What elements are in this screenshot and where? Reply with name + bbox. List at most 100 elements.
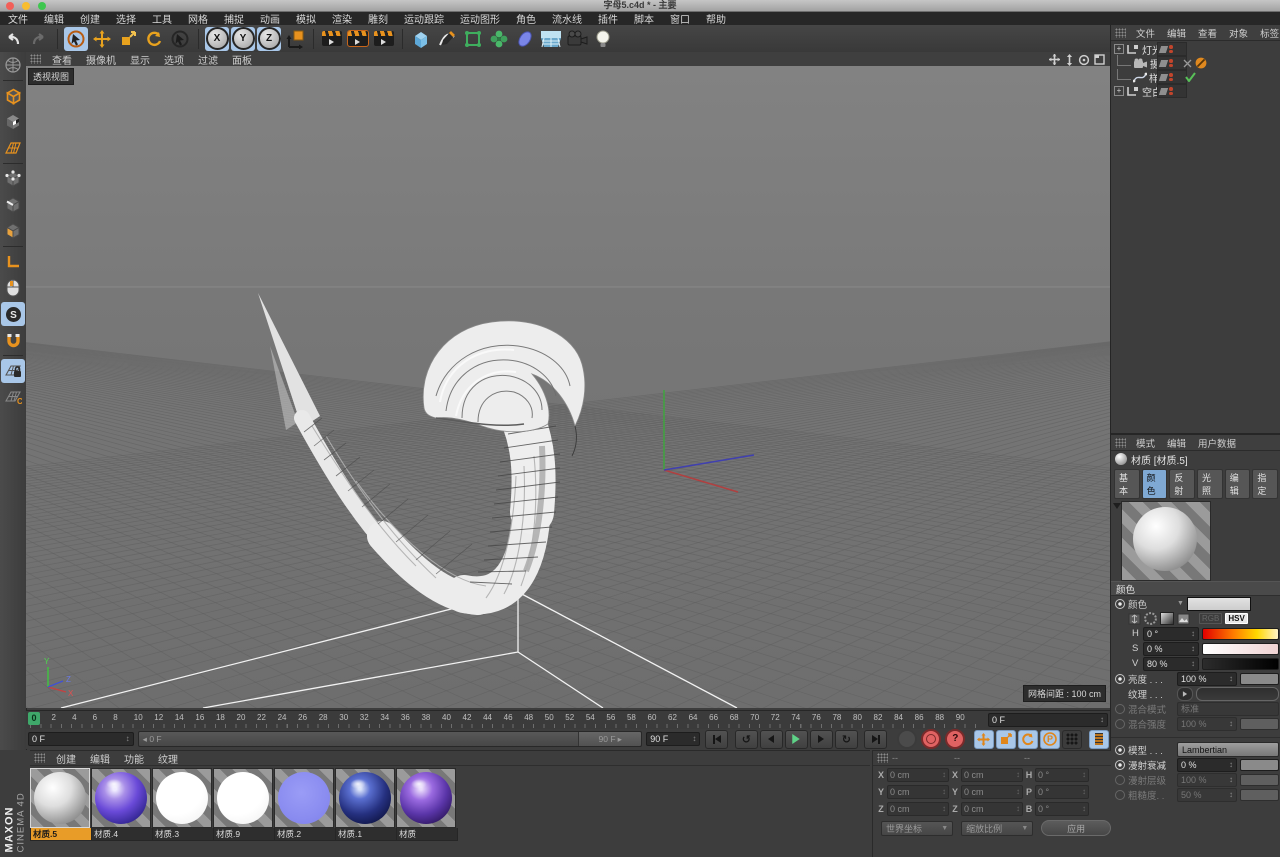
hsv-mode-button[interactable]: HSV [1225, 613, 1248, 624]
redo-button[interactable] [27, 27, 51, 51]
end-frame-field[interactable]: 90 F ↕ [646, 732, 701, 746]
vpmenu-查看[interactable]: 查看 [45, 52, 79, 67]
material-thumbnail[interactable] [91, 768, 151, 828]
appmenu-运动图形[interactable]: 运动图形 [452, 11, 508, 26]
model-dropdown[interactable]: Lambertian [1177, 742, 1279, 757]
coordinate-space-dropdown[interactable]: 世界坐标 ▼ [881, 820, 954, 836]
model-mode-button[interactable] [1, 84, 25, 108]
key-position-toggle[interactable] [973, 729, 994, 749]
viewport-solo-icon[interactable] [1, 276, 25, 300]
pos-x-field[interactable]: 0 cm ↕ [887, 767, 949, 782]
diffuse-falloff-slider[interactable] [1240, 758, 1279, 771]
vpmenu-显示[interactable]: 显示 [123, 52, 157, 67]
object-visibility-cell[interactable] [1157, 70, 1187, 84]
animation-dot-icon[interactable] [1115, 744, 1125, 755]
ommenu-查看[interactable]: 查看 [1192, 26, 1223, 40]
appmenu-编辑[interactable]: 编辑 [36, 11, 72, 26]
object-row-spline[interactable]: 样条 [1111, 68, 1280, 85]
tab-指定[interactable]: 指定 [1252, 469, 1279, 499]
timeline-window-button[interactable] [1089, 729, 1110, 749]
diffuse-falloff-field[interactable]: 0 % ↕ [1177, 757, 1237, 772]
visibility-dots-icon[interactable] [1169, 86, 1173, 96]
lock-x-axis-button[interactable]: X [205, 26, 229, 51]
protection-tag-icon[interactable] [1195, 57, 1207, 69]
appmenu-创建[interactable]: 创建 [72, 11, 108, 26]
object-manager-handle-icon[interactable] [1115, 27, 1126, 38]
ommenu-对象[interactable]: 对象 [1223, 26, 1254, 40]
appmenu-插件[interactable]: 插件 [590, 11, 626, 26]
visibility-dots-icon[interactable] [1169, 44, 1173, 54]
roughness-slider[interactable] [1240, 788, 1279, 801]
texture-mode-button[interactable] [1, 110, 25, 134]
ammenu-模式[interactable]: 模式 [1130, 436, 1161, 450]
last-tool-button[interactable] [168, 27, 192, 51]
rot-p-field[interactable]: 0 ° ↕ [1035, 784, 1089, 799]
pencil-icon[interactable] [1158, 73, 1169, 81]
mmmenu-创建[interactable]: 创建 [49, 751, 83, 766]
live-selection-tool[interactable] [64, 26, 88, 51]
key-parameter-toggle[interactable]: P [1039, 729, 1060, 749]
lock-z-axis-button[interactable]: Z [257, 26, 281, 51]
vpmenu-摄像机[interactable]: 摄像机 [79, 52, 123, 67]
rot-h-field[interactable]: 0 ° ↕ [1035, 767, 1089, 782]
play-backwards-button[interactable]: ↺ [734, 729, 758, 749]
gradient-icon[interactable] [1160, 612, 1174, 625]
saturation-slider[interactable] [1202, 642, 1279, 655]
undo-button[interactable] [1, 27, 25, 51]
tab-颜色[interactable]: 颜色 [1141, 469, 1168, 499]
scale-z-field[interactable]: 0 cm ↕ [961, 801, 1023, 816]
s-value-field[interactable]: 0 % ↕ [1143, 641, 1199, 656]
object-row-null[interactable]: + 空白 [1111, 84, 1280, 99]
visibility-dots-icon[interactable] [1169, 58, 1173, 68]
tab-光照[interactable]: 光照 [1197, 469, 1223, 499]
scale-y-field[interactable]: 0 cm ↕ [961, 784, 1023, 799]
tab-反射[interactable]: 反射 [1169, 469, 1196, 499]
object-row-light[interactable]: + 灯光 [1111, 42, 1280, 57]
mix-mode-dropdown[interactable]: 标准 [1177, 701, 1279, 716]
mmmenu-纹理[interactable]: 纹理 [151, 751, 185, 766]
appmenu-雕刻[interactable]: 雕刻 [360, 11, 396, 26]
tab-编辑[interactable]: 编辑 [1224, 469, 1251, 499]
lock-y-axis-button[interactable]: Y [231, 26, 255, 51]
next-frame-button[interactable] [809, 729, 833, 749]
render-settings-button[interactable] [346, 27, 370, 51]
add-floor-button[interactable] [539, 27, 563, 51]
expand-icon[interactable]: + [1114, 86, 1124, 96]
previous-frame-button[interactable] [759, 729, 783, 749]
play-forwards-button[interactable] [784, 729, 808, 749]
pencil-icon[interactable] [1158, 45, 1169, 53]
viewport-menu-handle-icon[interactable] [30, 54, 41, 64]
v-value-field[interactable]: 80 % ↕ [1143, 656, 1199, 671]
pencil-icon[interactable] [1158, 59, 1169, 67]
color-wheel-icon[interactable] [1144, 612, 1157, 625]
object-row-camera[interactable]: 摄像机 [1111, 54, 1280, 71]
pos-z-field[interactable]: 0 cm ↕ [887, 801, 949, 816]
swatch-caret-icon[interactable]: ▼ [1177, 600, 1184, 607]
material-thumbnail[interactable] [335, 768, 395, 828]
material-thumbnail[interactable] [213, 768, 273, 828]
pos-y-field[interactable]: 0 cm ↕ [887, 784, 949, 799]
object-visibility-cell[interactable] [1157, 84, 1187, 98]
appmenu-文件[interactable]: 文件 [0, 11, 36, 26]
color-swatch[interactable] [1186, 596, 1251, 611]
coordinate-system-button[interactable] [283, 27, 307, 51]
scale-tool[interactable] [116, 27, 140, 51]
material-tile-材质.4[interactable]: 材质.4 [91, 768, 153, 841]
image-icon[interactable] [1177, 613, 1190, 625]
appmenu-选择[interactable]: 选择 [108, 11, 144, 26]
appmenu-帮助[interactable]: 帮助 [698, 11, 734, 26]
snap-magnet-icon[interactable] [1, 328, 25, 352]
roughness-field[interactable]: 50 % ↕ [1177, 787, 1237, 802]
material-name-label[interactable]: 材质 [396, 828, 458, 841]
range-end-handle[interactable]: 90 F ▸ [578, 732, 642, 746]
vpmenu-过滤[interactable]: 过滤 [191, 52, 225, 67]
rot-b-field[interactable]: 0 ° ↕ [1035, 801, 1089, 816]
add-camera-button[interactable] [565, 27, 589, 51]
key-rotation-toggle[interactable] [1017, 729, 1038, 749]
material-thumbnail[interactable] [396, 768, 456, 828]
appmenu-渲染[interactable]: 渲染 [324, 11, 360, 26]
visibility-dots-icon[interactable] [1169, 72, 1173, 82]
material-thumbnail[interactable] [152, 768, 212, 828]
viewport-pan-icon[interactable] [1048, 54, 1060, 65]
goto-end-button[interactable] [864, 729, 888, 749]
